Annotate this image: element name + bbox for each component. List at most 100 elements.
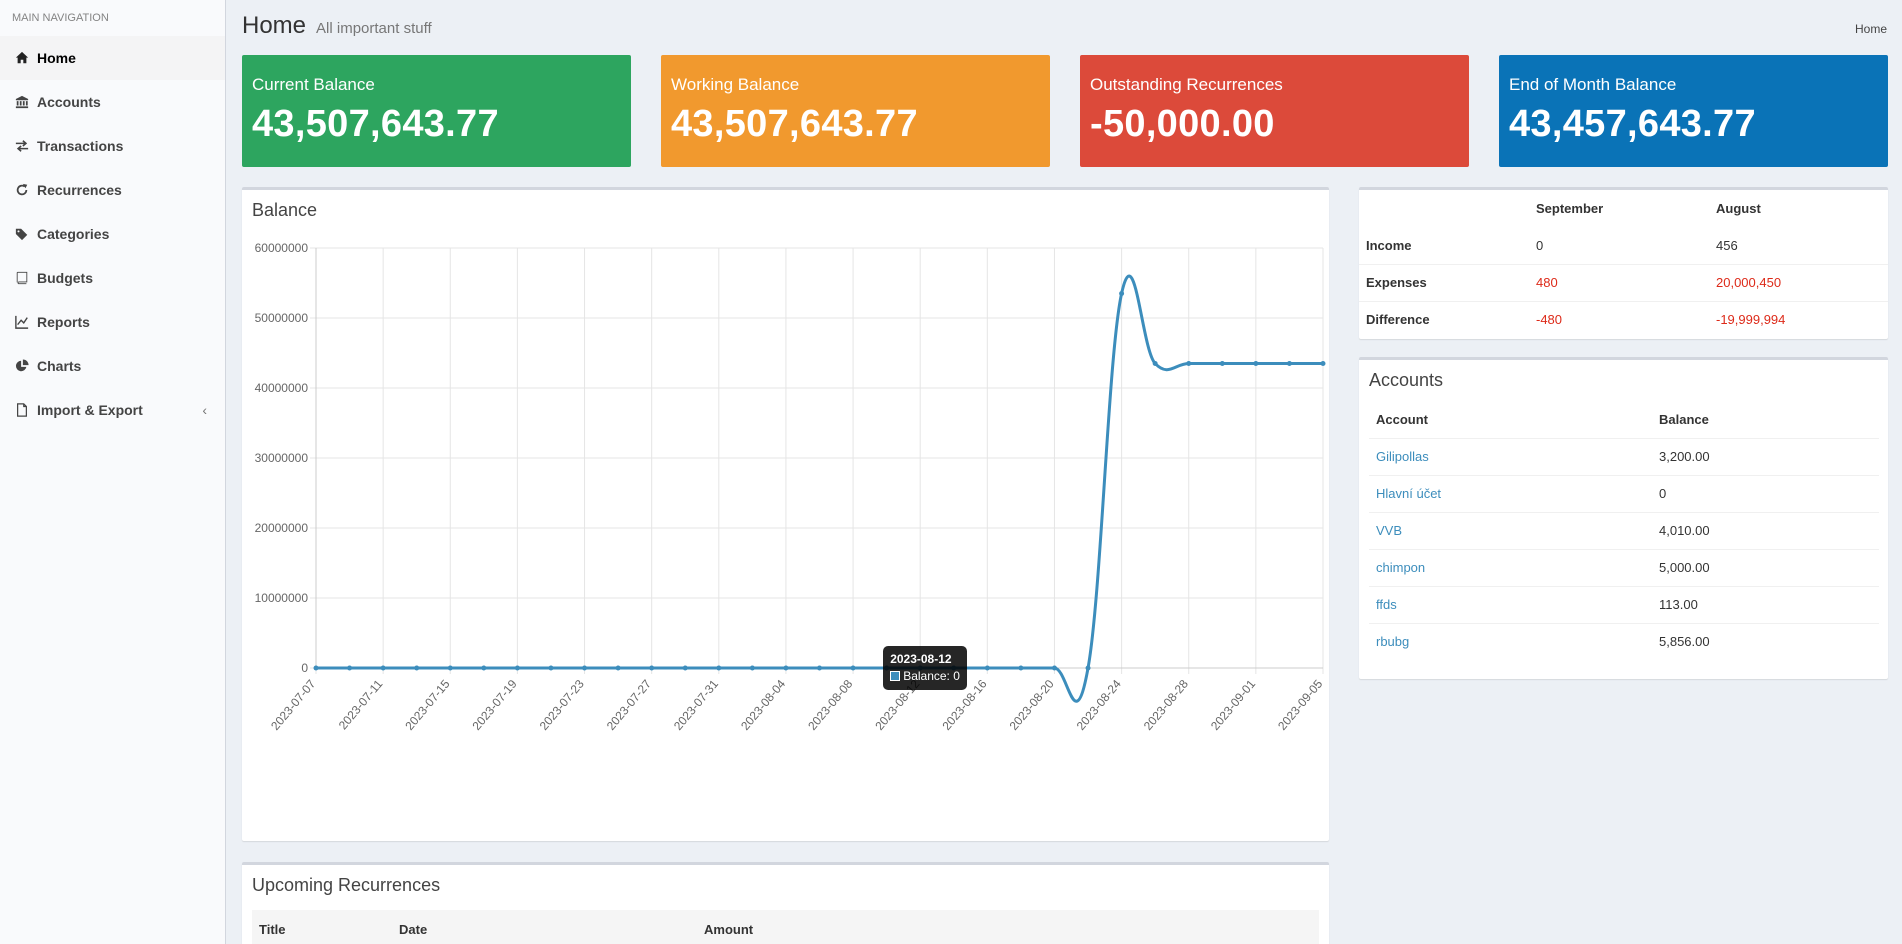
sidebar-item-budgets[interactable]: Budgets (0, 256, 225, 300)
x-tick-label: 2023-07-31 (671, 677, 721, 733)
info-box-value: 43,507,643.77 (252, 103, 499, 145)
balance-data-point (1253, 361, 1259, 366)
info-box-value: -50,000.00 (1090, 103, 1275, 145)
balance-data-point (783, 665, 789, 671)
table-row: ffds 113.00 (1369, 585, 1879, 623)
balance-data-point (313, 665, 319, 671)
column-header: Account (1369, 401, 1652, 439)
page-header: Home All important stuff (242, 12, 432, 40)
chevron-left-icon[interactable]: ‹ (202, 402, 207, 418)
september-value: -480 (1529, 300, 1709, 338)
table-row: Gilipollas 3,200.00 (1369, 437, 1879, 475)
tags-icon (15, 227, 37, 241)
account-link[interactable]: chimpon (1376, 560, 1425, 575)
sidebar-header: MAIN NAVIGATION (12, 12, 109, 24)
balance-data-point (1018, 665, 1024, 671)
y-tick-label: 40000000 (255, 381, 309, 395)
info-box-value: 43,507,643.77 (671, 103, 918, 145)
account-balance: 3,200.00 (1652, 437, 1879, 475)
x-tick-label: 2023-08-28 (1141, 677, 1191, 733)
sidebar-item-home[interactable]: Home (0, 36, 225, 80)
balance-data-point (1051, 665, 1057, 671)
tooltip-swatch (890, 671, 901, 681)
account-balance: 0 (1652, 474, 1879, 512)
column-header: Date (399, 922, 428, 937)
sidebar-item-import-export[interactable]: Import & Export ‹ (0, 388, 225, 432)
x-tick-label: 2023-08-20 (1007, 677, 1057, 733)
row-label: Difference (1359, 300, 1529, 338)
outstanding-recurrences-box: Outstanding Recurrences -50,000.00 (1080, 55, 1469, 167)
x-tick-label: 2023-08-08 (805, 677, 855, 733)
sidebar-item-categories[interactable]: Categories (0, 212, 225, 256)
sidebar-item-label: Home (37, 50, 76, 66)
column-header: September (1536, 201, 1604, 216)
y-tick-label: 50000000 (255, 311, 309, 325)
sidebar-item-label: Budgets (37, 270, 93, 286)
account-link[interactable]: ffds (1376, 597, 1397, 612)
account-link[interactable]: Hlavní účet (1376, 486, 1441, 501)
line-chart-icon (15, 315, 37, 329)
balance-data-point (749, 665, 755, 671)
account-cell: VVB (1369, 511, 1652, 549)
breadcrumb[interactable]: Home (1855, 22, 1887, 36)
balance-data-point (1119, 291, 1125, 296)
table-row: Income 0 456 (1359, 227, 1888, 264)
sidebar-item-label: Charts (37, 358, 82, 374)
y-tick-label: 10000000 (255, 591, 309, 605)
account-cell: Hlavní účet (1369, 474, 1652, 512)
refresh-icon (15, 183, 37, 197)
x-tick-label: 2023-09-05 (1275, 677, 1325, 733)
tooltip-title: 2023-08-12 (890, 652, 952, 666)
sidebar-item-reports[interactable]: Reports (0, 300, 225, 344)
september-value: 0 (1536, 237, 1544, 253)
account-balance: 5,000.00 (1652, 548, 1879, 586)
current-balance-box: Current Balance 43,507,643.77 (242, 55, 631, 167)
table-row: rbubg 5,856.00 (1369, 622, 1879, 660)
sidebar-item-label: Reports (37, 314, 90, 330)
info-box-label: Current Balance (252, 75, 375, 94)
september-value: 480 (1529, 263, 1709, 301)
account-cell: chimpon (1369, 548, 1652, 586)
balance-data-point (817, 665, 822, 671)
tooltip-label: Balance: 0 (903, 669, 960, 683)
account-link[interactable]: rbubg (1376, 634, 1409, 649)
balance-chart-box: Balance 60000000 50000000 40000000 30000000… (242, 187, 1329, 841)
exchange-icon (15, 139, 37, 153)
x-tick-label: 2023-08-24 (1074, 677, 1124, 733)
sidebar-item-charts[interactable]: Charts (0, 344, 225, 388)
balance-data-point (414, 665, 420, 671)
recurrences-title: Upcoming Recurrences (252, 875, 441, 895)
accounts-title: Accounts (1369, 370, 1444, 390)
x-tick-label: 2023-08-04 (738, 677, 788, 733)
y-tick-label: 20000000 (255, 521, 309, 535)
x-tick-label: 2023-07-07 (268, 677, 318, 733)
balance-data-point (548, 665, 554, 671)
sidebar-item-transactions[interactable]: Transactions (0, 124, 225, 168)
account-cell: rbubg (1369, 622, 1652, 660)
sidebar-item-recurrences[interactable]: Recurrences (0, 168, 225, 212)
x-tick-label: 2023-07-23 (537, 677, 587, 733)
balance-data-point (850, 665, 856, 671)
balance-data-point (615, 665, 621, 671)
page-title: Home (242, 12, 307, 39)
home-icon (15, 51, 37, 65)
table-row: chimpon 5,000.00 (1369, 548, 1879, 586)
sidebar-item-label: Import & Export (37, 402, 143, 418)
x-tick-label: 2023-07-19 (470, 677, 520, 733)
accounts-box: Accounts Account Balance Gilipollas 3,200… (1359, 357, 1888, 679)
balance-data-point (1286, 361, 1292, 366)
balance-series-line (315, 274, 1323, 703)
account-link[interactable]: VVB (1376, 523, 1402, 538)
account-cell: ffds (1369, 585, 1652, 623)
sidebar-item-accounts[interactable]: Accounts (0, 80, 225, 124)
chart-title: Balance (252, 200, 318, 220)
august-value: -19,999,994 (1709, 300, 1888, 338)
main-content: Home All important stuff Home Current Ba… (227, 0, 1902, 944)
account-link[interactable]: Gilipollas (1376, 449, 1429, 464)
info-box-label: End of Month Balance (1509, 75, 1677, 94)
monthly-summary-box: September August Income 0 456 Expenses 480 20… (1359, 187, 1888, 339)
balance-chart[interactable]: 60000000 50000000 40000000 30000000 20000000… (242, 230, 1329, 840)
balance-data-point (514, 665, 520, 671)
x-tick-label: 2023-07-27 (604, 677, 654, 733)
balance-data-point (649, 665, 655, 671)
